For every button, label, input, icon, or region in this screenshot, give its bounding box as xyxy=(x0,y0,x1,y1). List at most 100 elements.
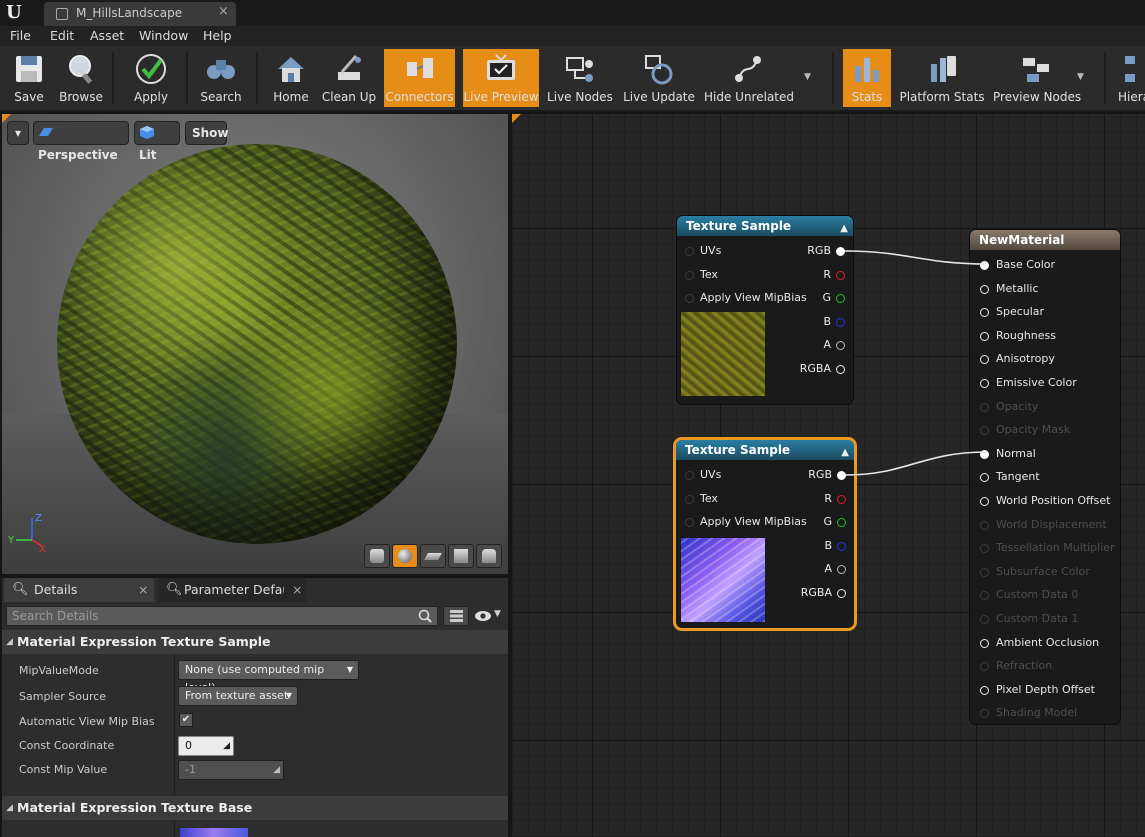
uvs-pin[interactable] xyxy=(685,247,694,256)
opacity-mask-input-pin xyxy=(980,426,989,436)
tex-pin[interactable] xyxy=(685,271,694,280)
apply-view-mipbias-pin[interactable] xyxy=(685,518,694,527)
property-matrix-button[interactable] xyxy=(443,606,469,626)
preview-plane-button[interactable] xyxy=(420,544,446,568)
menu-edit[interactable]: Edit xyxy=(50,28,74,43)
asset-tab-label: M_HillsLandscape xyxy=(76,6,183,20)
preview-sphere-button[interactable] xyxy=(392,544,418,568)
g-output-pin[interactable] xyxy=(836,294,845,303)
section-texture-base[interactable]: ◢ Material Expression Texture Base xyxy=(2,796,508,820)
b-output-pin[interactable] xyxy=(837,542,846,551)
b-output-pin[interactable] xyxy=(836,318,845,327)
section-texture-sample[interactable]: ◢ Material Expression Texture Sample xyxy=(2,630,508,654)
ambient-occlusion-input-pin[interactable] xyxy=(980,638,989,648)
live-update-button[interactable]: Live Update xyxy=(622,49,696,107)
pin-label: Anisotropy xyxy=(996,352,1055,366)
title-bar: U M_HillsLandscape × xyxy=(0,0,1145,26)
house-icon xyxy=(278,57,304,82)
emissive-color-input-pin[interactable] xyxy=(980,379,989,388)
node-header: NewMaterial xyxy=(970,230,1120,250)
clean-up-button[interactable]: Clean Up xyxy=(320,49,378,107)
tangent-input-pin[interactable] xyxy=(980,473,989,483)
search-details-input[interactable]: Search Details xyxy=(6,606,438,626)
material-result-node[interactable]: NewMaterial Base Color Metallic Specular Ro… xyxy=(970,230,1120,724)
cylinder-icon xyxy=(370,549,384,563)
node-title: NewMaterial xyxy=(979,233,1065,247)
base-color-input-pin[interactable] xyxy=(980,261,989,270)
tab-parameter-defaults[interactable]: 🔍︎ Parameter Defaults × xyxy=(158,578,306,602)
browse-button[interactable]: Browse xyxy=(56,49,106,107)
lit-button[interactable]: Lit xyxy=(134,121,180,162)
menu-window[interactable]: Window xyxy=(139,28,188,43)
rgba-output-pin[interactable] xyxy=(836,365,845,374)
roughness-input-pin[interactable] xyxy=(980,331,989,341)
apply-button[interactable]: Apply xyxy=(122,49,180,107)
tex-pin[interactable] xyxy=(685,495,694,504)
rgb-output-pin[interactable] xyxy=(837,471,846,480)
menu-asset[interactable]: Asset xyxy=(90,28,124,43)
menu-file[interactable]: File xyxy=(10,28,31,43)
r-output-pin[interactable] xyxy=(837,495,846,504)
pin-label: RGBA xyxy=(800,586,832,599)
menu-help[interactable]: Help xyxy=(203,28,232,43)
texture-thumbnail[interactable] xyxy=(180,828,248,837)
search-button[interactable]: Search xyxy=(194,49,248,107)
platform-stats-button[interactable]: Platform Stats xyxy=(899,49,985,107)
toolbar-separator xyxy=(832,52,834,104)
uvs-pin[interactable] xyxy=(685,471,694,480)
hierarchy-button[interactable]: Hiera xyxy=(1112,49,1145,107)
pin-label: Apply View MipBias xyxy=(700,291,807,304)
live-preview-button[interactable]: Live Preview xyxy=(463,49,539,107)
preview-nodes-button[interactable]: Preview Nodes xyxy=(993,49,1081,107)
preview-viewport[interactable]: ▾ Perspective Lit Show Z Y X xyxy=(2,114,508,574)
asset-tab[interactable]: M_HillsLandscape × xyxy=(44,2,236,26)
tab-close-icon[interactable]: × xyxy=(218,4,229,19)
viewport-options-button[interactable]: ▾ xyxy=(7,121,29,145)
normal-input-pin[interactable] xyxy=(980,449,989,459)
save-button[interactable]: Save xyxy=(4,49,54,107)
live-nodes-button[interactable]: Live Nodes xyxy=(546,49,614,107)
g-output-pin[interactable] xyxy=(837,518,846,527)
rgb-output-pin[interactable] xyxy=(836,247,845,256)
collapse-arrow-icon[interactable]: ▲ xyxy=(841,443,849,463)
preview-custom-mesh-button[interactable] xyxy=(476,544,502,568)
hide-unrelated-button[interactable]: Hide Unrelated xyxy=(704,49,794,107)
pin-label: Metallic xyxy=(996,281,1039,295)
anisotropy-input-pin[interactable] xyxy=(980,355,989,365)
collapse-arrow-icon[interactable]: ▲ xyxy=(840,219,848,239)
pixel-depth-offset-input-pin[interactable] xyxy=(980,685,989,695)
sampler-source-dropdown[interactable]: From texture asset ▼ xyxy=(178,686,298,706)
search-icon[interactable] xyxy=(418,609,432,623)
stats-button[interactable]: Stats xyxy=(843,49,891,107)
hierarchy-icon xyxy=(1125,56,1135,82)
material-graph[interactable]: Texture Sample ▲ UVs Tex Apply View MipB… xyxy=(512,114,1145,837)
apply-view-mipbias-pin[interactable] xyxy=(685,294,694,303)
rgba-output-pin[interactable] xyxy=(837,589,846,598)
texture-sample-node-selected[interactable]: Texture Sample ▲ UVs Tex Apply View MipB… xyxy=(676,440,854,628)
home-button[interactable]: Home xyxy=(266,49,316,107)
mip-value-mode-dropdown[interactable]: None (use computed mip level) ▼ xyxy=(178,660,359,694)
metallic-input-pin[interactable] xyxy=(980,284,989,294)
connectors-button[interactable]: Connectors xyxy=(384,49,455,107)
const-coordinate-input[interactable]: 0 ◢ xyxy=(178,736,234,756)
r-output-pin[interactable] xyxy=(836,271,845,280)
tab-close-icon[interactable]: × xyxy=(292,578,302,602)
section-title: Material Expression Texture Base xyxy=(17,800,253,815)
specular-input-pin[interactable] xyxy=(980,308,989,318)
auto-mip-bias-checkbox[interactable]: ✔ xyxy=(179,713,193,727)
texture-sample-node[interactable]: Texture Sample ▲ UVs Tex Apply View MipB… xyxy=(677,216,853,404)
toolbar-overflow-arrow-icon[interactable]: ▼ xyxy=(804,72,811,82)
a-output-pin[interactable] xyxy=(837,565,846,574)
view-options-button[interactable]: ▼ xyxy=(472,606,504,626)
a-output-pin[interactable] xyxy=(836,341,845,350)
broom-icon xyxy=(338,55,361,80)
world-position-offset-input-pin[interactable] xyxy=(980,497,989,506)
toolbar-overflow-arrow-icon[interactable]: ▼ xyxy=(1077,72,1084,82)
preview-cylinder-button[interactable] xyxy=(364,544,390,568)
tab-close-icon[interactable]: × xyxy=(138,578,148,602)
perspective-button[interactable]: Perspective xyxy=(33,121,129,162)
preview-cube-button[interactable] xyxy=(448,544,474,568)
unreal-logo-icon[interactable]: U xyxy=(6,3,28,23)
tab-details[interactable]: 🔍︎ Details × xyxy=(4,578,154,602)
show-button[interactable]: Show xyxy=(185,121,229,145)
